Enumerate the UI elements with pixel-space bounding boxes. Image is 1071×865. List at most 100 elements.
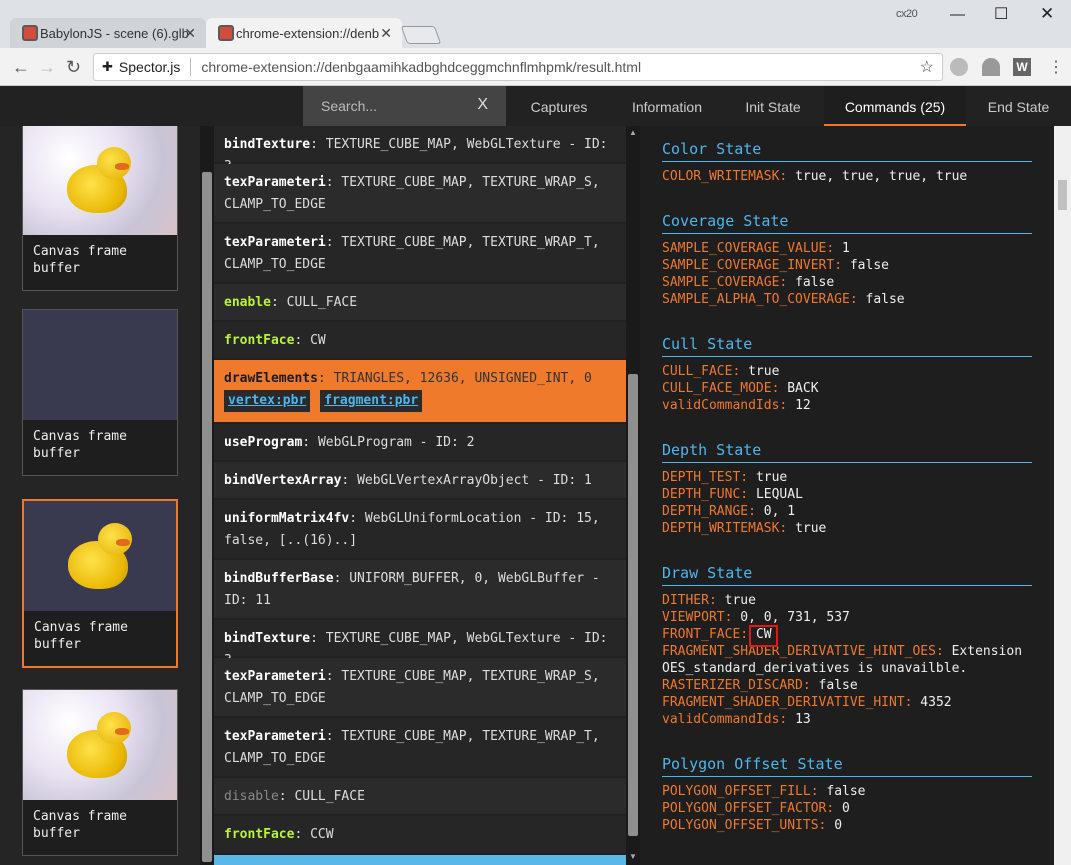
vertex-shader-link[interactable]: vertex:pbr	[224, 390, 311, 412]
browser-tab-spector[interactable]: chrome-extension://denb ✕	[206, 18, 402, 48]
forward-icon[interactable]: →	[38, 57, 56, 78]
browser-tab-title: BabylonJS - scene (6).glb	[40, 25, 189, 41]
command-item-selected[interactable]: drawElements: TRIANGLES, 12636, UNSIGNED…	[214, 360, 626, 424]
state-value: false	[795, 275, 835, 290]
command-args: CULL_FACE	[286, 295, 358, 310]
state-scrollbar[interactable]	[1054, 126, 1071, 865]
state-row: SAMPLE_COVERAGE_INVERT: false	[662, 258, 889, 273]
tab-captures[interactable]: Captures	[506, 86, 612, 126]
command-args: WebGLVertexArrayObject - ID: 1	[357, 473, 592, 488]
command-item[interactable]: frontFace: CCW	[214, 816, 626, 855]
user-badge[interactable]: cx20	[896, 8, 918, 20]
tab-information[interactable]: Information	[612, 86, 722, 126]
state-key: SAMPLE_ALPHA_TO_COVERAGE	[662, 292, 850, 307]
close-tab-icon[interactable]: ✕	[380, 25, 392, 42]
state-row: DEPTH_TEST: true	[662, 470, 788, 485]
section-title: Coverage State	[662, 212, 1032, 234]
tab-init-state[interactable]: Init State	[722, 86, 824, 126]
search-placeholder: Search...	[321, 98, 378, 114]
duck-beak	[116, 539, 130, 546]
extension-hat-icon[interactable]	[982, 58, 1000, 76]
address-bar[interactable]: ✚ Spector.js chrome-extension://denbgaam…	[93, 53, 943, 81]
tab-end-state[interactable]: End State	[966, 86, 1071, 126]
scrollbar-thumb[interactable]	[1058, 180, 1067, 210]
capture-label: Canvas frame buffer	[33, 809, 127, 841]
search-input[interactable]: Search... X	[303, 86, 506, 126]
captures-scrollbar[interactable]	[200, 126, 214, 865]
capture-card[interactable]: Canvas frame buffer	[22, 309, 178, 476]
command-name: useProgram	[224, 435, 303, 450]
extension-w-icon[interactable]: W	[1013, 58, 1031, 76]
browser-toolbar: ← → ↻ ✚ Spector.js chrome-extension://de…	[0, 48, 1071, 86]
command-item[interactable]: bindVertexArray: WebGLVertexArrayObject …	[214, 462, 626, 500]
spector-tab-bar: Search... X Captures Information Init St…	[0, 86, 1071, 126]
clear-search-icon[interactable]: X	[477, 96, 488, 114]
reload-icon[interactable]: ↻	[66, 57, 81, 78]
bookmark-star-icon[interactable]: ☆	[920, 57, 934, 77]
capture-thumbnail	[23, 690, 177, 800]
scroll-up-icon[interactable]: ▲	[629, 128, 637, 137]
command-item[interactable]: uniformMatrix4fv: WebGLUniformLocation -…	[214, 500, 626, 560]
state-value: 12	[795, 398, 811, 413]
capture-card[interactable]: Canvas frame buffer	[22, 126, 178, 291]
state-key: DITHER	[662, 593, 709, 608]
state-row: validCommandIds: 12	[662, 398, 811, 413]
cull-state-section: Cull State CULL_FACE: true CULL_FACE_MOD…	[662, 335, 1032, 414]
tab-commands[interactable]: Commands (25)	[824, 86, 966, 126]
command-item[interactable]: bindTexture: TEXTURE_CUBE_MAP, WebGLText…	[214, 620, 626, 668]
command-name: disable	[224, 789, 279, 804]
command-item-next[interactable]	[214, 855, 626, 865]
close-tab-icon[interactable]: ✕	[184, 25, 196, 42]
command-name: uniformMatrix4fv	[224, 511, 350, 526]
state-value: true	[795, 521, 827, 536]
state-row: DEPTH_FUNC: LEQUAL	[662, 487, 803, 502]
maximize-icon[interactable]: ☐	[994, 4, 1008, 24]
capture-card-selected[interactable]: Canvas frame buffer	[22, 499, 178, 668]
state-value: 0	[842, 801, 850, 816]
command-item[interactable]: texParameteri: TEXTURE_CUBE_MAP, TEXTURE…	[214, 164, 626, 224]
command-item[interactable]: bindBufferBase: UNIFORM_BUFFER, 0, WebGL…	[214, 560, 626, 620]
scrollbar-thumb[interactable]	[628, 374, 638, 836]
section-title: Cull State	[662, 335, 1032, 357]
scroll-down-icon[interactable]: ▼	[629, 852, 637, 861]
state-key: validCommandIds	[662, 712, 780, 727]
state-key: CULL_FACE	[662, 364, 733, 379]
command-item[interactable]: disable: CULL_FACE	[214, 778, 626, 816]
capture-thumbnail	[23, 126, 177, 235]
url-text: chrome-extension://denbgaamihkadbghdcegg…	[201, 59, 642, 75]
fragment-shader-link[interactable]: fragment:pbr	[320, 390, 423, 412]
state-key: DEPTH_TEST	[662, 470, 741, 485]
state-row: POLYGON_OFFSET_UNITS: 0	[662, 818, 843, 833]
state-row: VIEWPORT: 0, 0, 731, 537	[662, 610, 850, 625]
state-row: FRONT_FACE: CW	[662, 627, 772, 642]
menu-kebab-icon[interactable]: ⋮	[1048, 57, 1064, 77]
command-item[interactable]: texParameteri: TEXTURE_CUBE_MAP, TEXTURE…	[214, 658, 626, 718]
state-value: 0, 0, 731, 537	[740, 610, 850, 625]
extension-icon[interactable]	[950, 58, 968, 76]
minimize-icon[interactable]: —	[950, 6, 965, 23]
command-item[interactable]: texParameteri: TEXTURE_CUBE_MAP, TEXTURE…	[214, 718, 626, 778]
browser-tab-babylon[interactable]: BabylonJS - scene (6).glb ✕	[10, 18, 206, 48]
state-key: POLYGON_OFFSET_FACTOR	[662, 801, 827, 816]
command-name: bindTexture	[224, 137, 311, 152]
state-value: false	[826, 784, 866, 799]
commands-scrollbar[interactable]: ▲ ▼	[626, 126, 640, 865]
close-window-icon[interactable]: ✕	[1040, 4, 1054, 24]
state-key: SAMPLE_COVERAGE_VALUE	[662, 241, 827, 256]
command-item[interactable]: enable: CULL_FACE	[214, 284, 626, 322]
section-title: Color State	[662, 140, 1032, 162]
new-tab-button[interactable]	[400, 26, 442, 44]
state-key: SAMPLE_COVERAGE	[662, 275, 780, 290]
state-key: SAMPLE_COVERAGE_INVERT	[662, 258, 835, 273]
duck-beak	[115, 728, 129, 735]
command-item[interactable]: bindTexture: TEXTURE_CUBE_MAP, WebGLText…	[214, 126, 626, 174]
command-item[interactable]: frontFace: CW	[214, 322, 626, 360]
scrollbar-thumb[interactable]	[202, 172, 212, 862]
draw-state-section: Draw State DITHER: true VIEWPORT: 0, 0, …	[662, 564, 1032, 728]
command-item[interactable]: useProgram: WebGLProgram - ID: 2	[214, 424, 626, 462]
command-item[interactable]: texParameteri: TEXTURE_CUBE_MAP, TEXTURE…	[214, 224, 626, 284]
back-icon[interactable]: ←	[12, 57, 30, 78]
highlight-annotation-box	[749, 625, 778, 647]
capture-card[interactable]: Canvas frame buffer	[22, 689, 178, 856]
command-name: frontFace	[224, 827, 295, 842]
